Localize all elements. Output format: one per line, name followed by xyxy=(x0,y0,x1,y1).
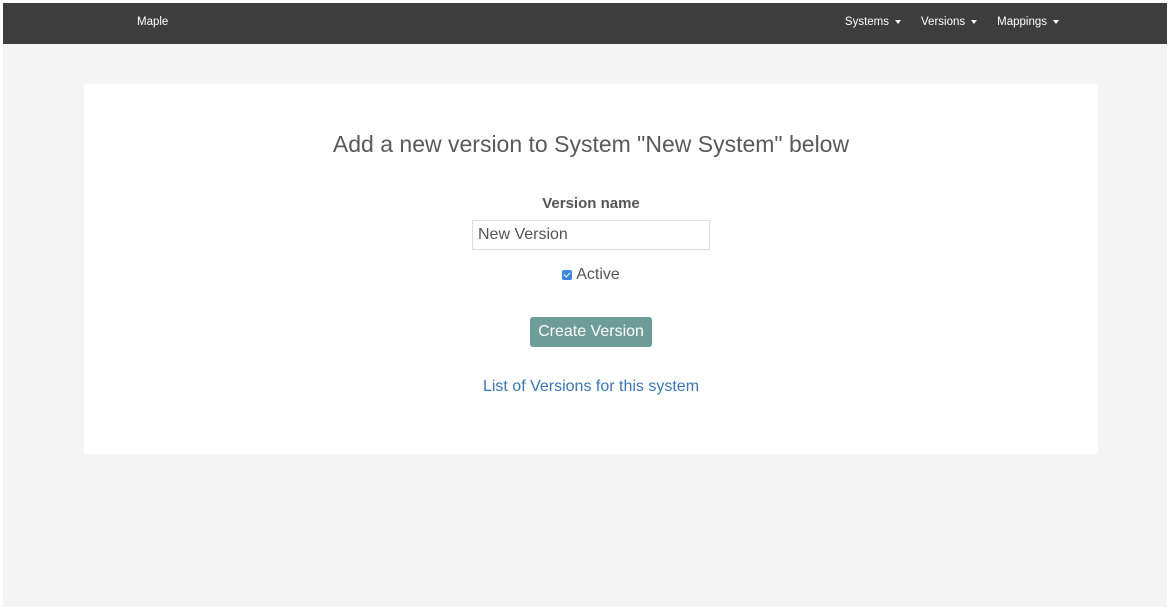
versions-link-container: List of Versions for this system xyxy=(84,378,1098,396)
version-name-label: Version name xyxy=(542,195,640,212)
list-versions-link[interactable]: List of Versions for this system xyxy=(483,378,699,395)
versions-dropdown-label: Versions xyxy=(921,16,966,28)
mappings-dropdown-label: Mappings xyxy=(997,16,1047,28)
systems-dropdown[interactable]: Systems xyxy=(844,16,902,28)
systems-dropdown-label: Systems xyxy=(844,16,890,28)
active-checkbox[interactable] xyxy=(562,270,573,280)
brand-link[interactable]: Maple xyxy=(137,16,168,28)
caret-down-icon xyxy=(1053,20,1059,24)
active-label[interactable]: Active xyxy=(576,266,620,284)
page-title: Add a new version to System "New System"… xyxy=(332,131,850,157)
active-checkbox-row: Active xyxy=(84,266,1098,284)
caret-down-icon xyxy=(895,20,902,24)
mappings-dropdown[interactable]: Mappings xyxy=(997,16,1059,28)
nav-menus: Systems Versions Mappings xyxy=(845,16,1059,28)
app-frame: Maple Systems Versions Mappings Add a ne… xyxy=(3,3,1167,607)
version-name-input[interactable] xyxy=(472,220,710,250)
top-navbar: Maple Systems Versions Mappings xyxy=(3,3,1167,44)
versions-dropdown[interactable]: Versions xyxy=(921,16,978,28)
caret-down-icon xyxy=(971,20,978,24)
create-version-button[interactable]: Create Version xyxy=(530,317,652,347)
new-version-card: Add a new version to System "New System"… xyxy=(84,84,1098,454)
